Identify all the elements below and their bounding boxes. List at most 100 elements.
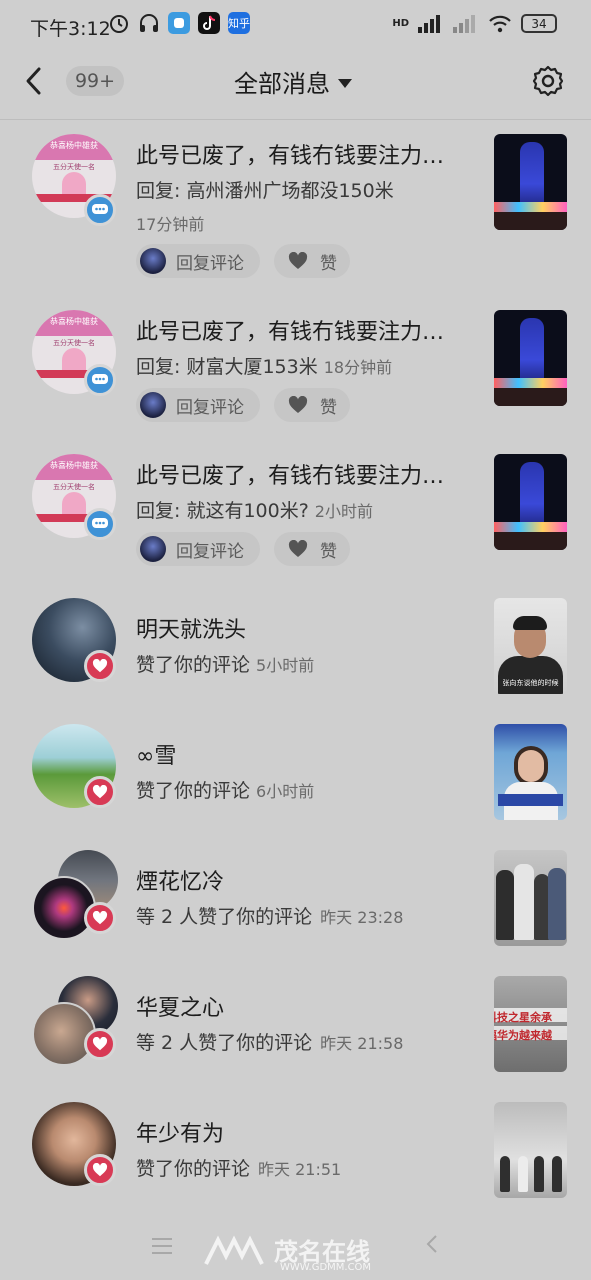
message-time: 昨天 21:58: [320, 1034, 404, 1053]
menu-icon[interactable]: [152, 1238, 172, 1254]
status-right: HD 34: [392, 14, 557, 33]
sender-name[interactable]: 华夏之心: [136, 990, 224, 1022]
avatar-poster-title: 恭喜杨中雄获: [50, 461, 98, 470]
thumbnail-caption: 科技之星余承: [494, 1011, 552, 1024]
nav-back-icon[interactable]: [424, 1234, 440, 1254]
message-time: 2小时前: [314, 502, 373, 521]
avatar-poster-title: 恭喜杨中雄获: [50, 317, 98, 326]
like-badge: [84, 650, 116, 682]
message-text: 等 2 人赞了你的评论: [136, 1032, 313, 1054]
watermark: 茂名在线 WWW.GDMM.COM: [194, 1230, 404, 1274]
heart-icon: [92, 1037, 108, 1051]
back-button[interactable]: [20, 66, 50, 96]
message-text: 赞了你的评论: [136, 780, 251, 802]
signal-icon: [418, 14, 440, 33]
reply-avatar-icon: [140, 536, 166, 562]
heart-icon: [92, 659, 108, 673]
message-time: 昨天 21:51: [258, 1160, 342, 1179]
sender-name[interactable]: 此号已废了，有钱冇钱要注力…: [136, 314, 444, 346]
avatar-poster-sub: 五分天使一名: [53, 163, 95, 171]
page-title: 全部消息: [234, 70, 330, 98]
headphones-icon: [138, 12, 160, 34]
message-time: 17分钟前: [136, 215, 205, 234]
message-item[interactable]: 年少有为 赞了你的评论 昨天 21:51: [0, 1082, 591, 1212]
sender-name[interactable]: 此号已废了，有钱冇钱要注力…: [136, 458, 444, 490]
heart-icon: [92, 911, 108, 925]
sender-name[interactable]: 年少有为: [136, 1116, 224, 1148]
like-button[interactable]: 赞: [274, 532, 350, 566]
sender-name[interactable]: 此号已废了，有钱冇钱要注力…: [136, 138, 444, 170]
sender-name[interactable]: 煙花忆冷: [136, 864, 224, 896]
message-item[interactable]: 煙花忆冷 等 2 人赞了你的评论 昨天 23:28: [0, 830, 591, 956]
message-text: 赞了你的评论: [136, 654, 251, 676]
app-icon: [168, 12, 190, 34]
douyin-icon: [198, 12, 220, 34]
avatar-poster-sub: 五分天使一名: [53, 483, 95, 491]
like-badge: [84, 902, 116, 934]
post-thumbnail[interactable]: 张向东谈他的时候: [494, 598, 567, 694]
status-time: 下午3:12: [30, 18, 111, 40]
reply-comment-button[interactable]: 回复评论: [136, 388, 260, 422]
heart-icon: [288, 540, 308, 557]
message-text: 回复: 就这有100米?: [136, 500, 309, 522]
message-desc: 等 2 人赞了你的评论 昨天 23:28: [136, 902, 403, 929]
message-text: 赞了你的评论: [136, 1158, 251, 1180]
reply-comment-button[interactable]: 回复评论: [136, 532, 260, 566]
zhihu-icon: 知乎: [228, 12, 250, 34]
sender-name[interactable]: ∞雪: [136, 738, 176, 770]
reply-label: 回复评论: [176, 397, 244, 418]
back-arrow-icon: [26, 67, 41, 95]
message-item[interactable]: 恭喜杨中雄获 五分天使一名 此号已废了，有钱冇钱要注力… 回复: 就这有100米…: [0, 434, 591, 578]
heart-icon: [92, 785, 108, 799]
post-thumbnail[interactable]: [494, 454, 567, 550]
like-button[interactable]: 赞: [274, 388, 350, 422]
message-desc: 回复: 就这有100米? 2小时前: [136, 496, 373, 523]
reply-comment-button[interactable]: 回复评论: [136, 244, 260, 278]
message-desc: 赞了你的评论 6小时前: [136, 776, 314, 803]
message-time: 6小时前: [256, 782, 315, 801]
reply-avatar-icon: [140, 248, 166, 274]
message-item[interactable]: 明天就洗头 赞了你的评论 5小时前 张向东谈他的时候: [0, 578, 591, 704]
message-desc: 赞了你的评论 5小时前: [136, 650, 314, 677]
battery-icon: 34: [521, 14, 557, 33]
message-item[interactable]: 华夏之心 等 2 人赞了你的评论昨天 21:58 科技之星余承 福华为越来越: [0, 956, 591, 1082]
reply-label: 回复评论: [176, 253, 244, 274]
sender-name[interactable]: 明天就洗头: [136, 612, 246, 644]
hd-label: HD: [392, 18, 409, 29]
heart-icon: [92, 1163, 108, 1177]
message-text: 回复: 财富大厦153米: [136, 356, 318, 378]
navigation-bar: 茂名在线 WWW.GDMM.COM: [0, 1224, 591, 1280]
watermark-url: WWW.GDMM.COM: [280, 1262, 372, 1273]
post-thumbnail[interactable]: [494, 134, 567, 230]
post-thumbnail[interactable]: [494, 310, 567, 406]
wifi-icon: [489, 15, 511, 32]
like-label: 赞: [320, 397, 337, 418]
post-thumbnail[interactable]: [494, 850, 567, 946]
reply-avatar-icon: [140, 392, 166, 418]
settings-button[interactable]: [531, 64, 565, 98]
comment-badge: [84, 194, 116, 226]
like-badge: [84, 1028, 116, 1060]
post-thumbnail[interactable]: [494, 724, 567, 820]
alarm-icon: [108, 12, 130, 34]
like-button[interactable]: 赞: [274, 244, 350, 278]
message-desc: 赞了你的评论 昨天 21:51: [136, 1154, 341, 1181]
post-thumbnail[interactable]: 科技之星余承 福华为越来越: [494, 976, 567, 1072]
message-time: 18分钟前: [323, 358, 393, 377]
title-dropdown[interactable]: 全部消息: [234, 64, 352, 99]
message-desc: 回复: 财富大厦153米 18分钟前: [136, 352, 392, 379]
message-item[interactable]: ∞雪 赞了你的评论 6小时前: [0, 704, 591, 830]
comment-icon: [92, 374, 108, 384]
message-item[interactable]: 恭喜杨中雄获 五分天使一名 此号已废了，有钱冇钱要注力… 回复: 财富大厦153…: [0, 290, 591, 434]
avatar-poster-sub: 五分天使一名: [53, 339, 95, 347]
status-app-icons: 知乎: [108, 12, 250, 34]
unread-count-badge: 99+: [66, 66, 124, 96]
message-item[interactable]: 恭喜杨中雄获 五分天使一名 此号已废了，有钱冇钱要注力… 回复: 高州潘州广场都…: [0, 120, 591, 290]
post-thumbnail[interactable]: [494, 1102, 567, 1198]
caret-down-icon: [338, 78, 352, 88]
heart-icon: [288, 396, 308, 413]
gear-icon: [532, 65, 564, 97]
signal-weak-icon: [453, 14, 475, 33]
message-time: 5小时前: [256, 656, 315, 675]
comment-badge: [84, 508, 116, 540]
